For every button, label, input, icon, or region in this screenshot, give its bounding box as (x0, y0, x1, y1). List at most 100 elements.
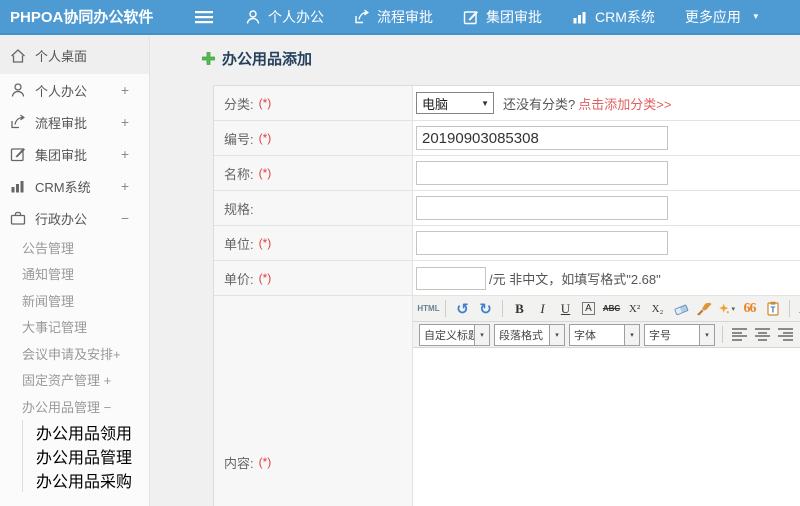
form-row-category: 分类: (*) 电脑 ▼ 还没有分类? 点击添加分类>> (214, 86, 800, 121)
align-left-button[interactable] (729, 324, 750, 345)
underline-button[interactable]: U (555, 298, 576, 319)
edit-icon (10, 148, 25, 162)
price-input[interactable] (416, 266, 486, 290)
align-right-button[interactable] (775, 324, 796, 345)
paste-as-text-button[interactable]: T (762, 298, 783, 319)
name-input[interactable] (416, 161, 668, 185)
menu-toggle-button[interactable] (195, 10, 213, 24)
form-row-content: 内容: (*) HTML ↺ ↻ B I U A ABC X² X₂ ▾ 66 … (214, 296, 800, 506)
expand-icon[interactable]: + (121, 146, 129, 162)
unit-input[interactable] (416, 231, 668, 255)
nav-group-approval[interactable]: 集团审批 (463, 7, 542, 27)
caret-down-icon: ▼ (751, 12, 760, 21)
source-code-button[interactable]: HTML (417, 298, 439, 319)
nav-personal-office[interactable]: 个人办公 (245, 7, 324, 27)
align-right-icon (778, 328, 793, 341)
sidebar-item-personal-office[interactable]: 个人办公 + (0, 74, 149, 106)
format-brush-button[interactable] (693, 298, 714, 319)
collapse-icon[interactable]: − (121, 210, 129, 226)
form-row-price: 单价: (*) /元 非中文，如填写格式"2.68" (214, 261, 800, 296)
font-color-button[interactable]: A ▾ (796, 298, 800, 319)
remove-format-button[interactable] (670, 298, 691, 319)
redo-button[interactable]: ↻ (475, 298, 496, 319)
field-value-cell (413, 191, 800, 225)
sidebar-item-fixed-assets-mgmt[interactable]: 固定资产管理 + (0, 367, 149, 394)
boxed-a-icon: A (582, 302, 595, 315)
sidebar-item-office-supplies-mgmt[interactable]: 办公用品管理 − (0, 393, 149, 420)
sidebar-item-meeting-request[interactable]: 会议申请及安排+ (0, 340, 149, 367)
sidebar-item-events-mgmt[interactable]: 大事记管理 (0, 314, 149, 341)
sidebar-item-label: 流程审批 (35, 115, 88, 131)
form-row-number: 编号: (*) (214, 121, 800, 156)
unit-label: 单位: (224, 236, 254, 252)
nav-label: 流程审批 (377, 8, 433, 25)
custom-heading-dropdown[interactable]: 自定义标题 ▾ (419, 323, 490, 346)
home-icon (11, 48, 25, 63)
sidebar-item-process-approval[interactable]: 流程审批 + (0, 106, 149, 138)
person-icon (246, 9, 260, 24)
nav-more-apps[interactable]: 更多应用 ▼ (685, 7, 760, 27)
sidebar-item-supplies-management[interactable]: 办公用品管理 (23, 444, 149, 468)
italic-button[interactable]: I (532, 298, 553, 319)
sidebar-item-supplies-requisition[interactable]: 办公用品领用 (23, 420, 149, 444)
undo-button[interactable]: ↺ (452, 298, 473, 319)
sidebar-subitem-label: 新闻管理 (22, 293, 75, 309)
number-input[interactable] (416, 126, 668, 150)
dropdown-label: 自定义标题 (424, 329, 474, 342)
sidebar-subitem-label: 办公用品采购 (36, 473, 133, 491)
expand-icon[interactable]: + (121, 114, 129, 130)
superscript-button[interactable]: X² (624, 298, 645, 319)
sidebar-subitem-label: 会议申请及安排+ (22, 346, 121, 362)
font-size-dropdown[interactable]: 字号 ▾ (644, 323, 715, 346)
quick-format-button[interactable]: ▾ (716, 298, 737, 319)
app-window: PHPOA协同办公软件 个人办公 流程审批 集团审批 CRM系统 更多应用 ▼ … (0, 0, 800, 506)
sidebar-item-label: 个人办公 (35, 83, 88, 99)
bold-button[interactable]: B (509, 298, 530, 319)
char-border-button[interactable]: A (578, 298, 599, 319)
add-category-link[interactable]: 点击添加分类>> (578, 94, 671, 113)
dropdown-label: 段落格式 (499, 329, 543, 342)
editor-content-area[interactable] (413, 348, 800, 506)
align-center-button[interactable] (752, 324, 773, 345)
sidebar-item-group-approval[interactable]: 集团审批 + (0, 138, 149, 170)
category-select[interactable]: 电脑 ▼ (416, 92, 494, 114)
toolbar-separator (789, 300, 790, 317)
paragraph-format-dropdown[interactable]: 段落格式 ▾ (494, 323, 565, 346)
editor-toolbar-row2: 自定义标题 ▾ 段落格式 ▾ 字体 ▾ 字号 ▾ (413, 322, 800, 348)
expand-icon[interactable]: + (121, 178, 129, 194)
font-family-dropdown[interactable]: 字体 ▾ (569, 323, 640, 346)
sidebar: 个人桌面 个人办公 + 流程审批 + 集团审批 + CRM系统 + 行政办公 −… (0, 37, 150, 506)
required-mark: (*) (258, 271, 272, 285)
sidebar-subsubmenu: 办公用品领用 办公用品管理 办公用品采购 (22, 419, 149, 492)
dropdown-caret-icon: ▾ (624, 324, 639, 345)
sidebar-item-personal-desktop[interactable]: 个人桌面 (0, 37, 149, 74)
nav-crm-system[interactable]: CRM系统 (572, 7, 655, 27)
expand-icon[interactable]: + (121, 82, 129, 98)
toolbar-separator (445, 300, 446, 317)
dropdown-caret-icon: ▾ (474, 324, 489, 345)
required-mark: (*) (258, 166, 272, 180)
sidebar-item-notice-mgmt[interactable]: 通知管理 (0, 261, 149, 288)
price-format-hint: /元 非中文，如填写格式"2.68" (489, 271, 661, 287)
eraser-icon (673, 304, 688, 315)
category-label: 分类: (224, 96, 254, 112)
sparkle-icon (719, 303, 729, 314)
dropdown-label: 字体 (574, 329, 596, 342)
field-label-cell: 分类: (*) (214, 86, 413, 120)
sidebar-subitem-label: 办公用品管理 − (22, 399, 112, 415)
nav-process-approval[interactable]: 流程审批 (354, 7, 433, 27)
sidebar-item-admin-office[interactable]: 行政办公 − (0, 202, 149, 234)
sidebar-item-announcement-mgmt[interactable]: 公告管理 (0, 234, 149, 261)
strikethrough-button[interactable]: ABC (601, 298, 622, 319)
name-label: 名称: (224, 166, 254, 182)
sidebar-item-supplies-purchase[interactable]: 办公用品采购 (23, 468, 149, 492)
briefcase-icon (10, 211, 26, 225)
sidebar-item-news-mgmt[interactable]: 新闻管理 (0, 287, 149, 314)
blockquote-button[interactable]: 66 (739, 298, 760, 319)
editor-toolbar-row1: HTML ↺ ↻ B I U A ABC X² X₂ ▾ 66 T (413, 296, 800, 322)
subscript-button[interactable]: X₂ (647, 298, 668, 319)
supply-add-form: 分类: (*) 电脑 ▼ 还没有分类? 点击添加分类>> 编号: (*) 201… (213, 85, 800, 506)
spec-input[interactable] (416, 196, 668, 220)
sidebar-item-crm-system[interactable]: CRM系统 + (0, 170, 149, 202)
dropdown-caret-icon: ▾ (549, 324, 564, 345)
